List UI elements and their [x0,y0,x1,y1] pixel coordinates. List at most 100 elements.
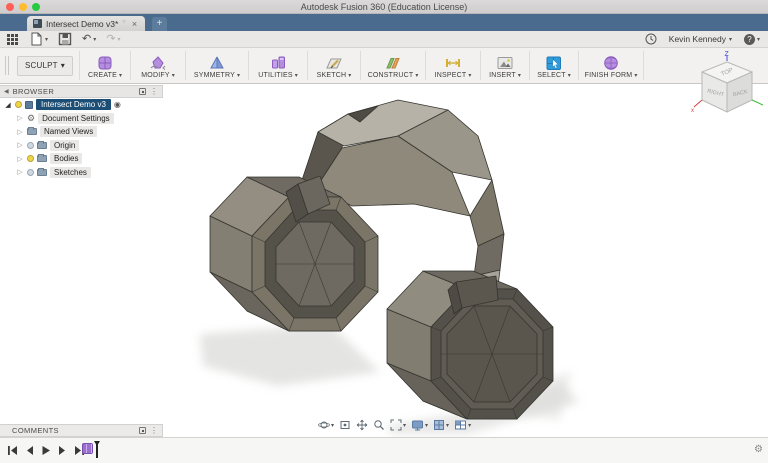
step-back-button[interactable] [25,445,34,456]
root-component-label[interactable]: Intersect Demo v3 [36,99,111,110]
expand-triangle-icon[interactable]: ◢ [4,101,12,109]
form-feature-icon[interactable] [82,443,93,454]
play-button[interactable] [41,445,51,456]
tree-item-sketches[interactable]: ▷ Sketches [0,166,163,180]
caret-down-icon: ▾ [348,72,351,79]
caret-down-icon: ▾ [757,36,760,43]
caret-down-icon: ▾ [119,72,122,79]
select-menu-button[interactable]: SELECT▾ [530,48,578,83]
caret-down-icon: ▾ [568,72,571,79]
symmetry-menu-button[interactable]: SYMMETRY▾ [186,48,248,83]
data-panel-grid-icon[interactable] [6,33,19,46]
user-menu[interactable]: Kevin Kennedy ▾ [669,34,732,44]
tree-item-label: Origin [50,140,79,151]
help-icon: ? [744,34,755,45]
inspect-menu-button[interactable]: INSPECT▾ [426,48,480,83]
user-name: Kevin Kennedy [669,34,726,44]
window-title: Autodesk Fusion 360 (Education License) [0,2,768,12]
caret-down-icon: ▾ [446,422,449,429]
construct-planes-icon [384,55,402,71]
create-menu-button[interactable]: CREATE▾ [80,48,130,83]
utilities-label: UTILITIES [258,72,292,79]
modify-menu-button[interactable]: MODIFY▾ [131,48,185,83]
close-tab-icon[interactable]: × [132,19,137,29]
help-menu[interactable]: ? ▾ [744,34,760,45]
look-at-button[interactable] [339,419,351,431]
toolbar-drag-handle[interactable] [5,56,9,75]
collapsed-triangle-icon[interactable]: ▷ [16,114,24,122]
timeline-settings-gear-icon[interactable]: ⚙ [754,444,763,455]
panel-display-icon[interactable] [139,88,146,95]
display-settings-button[interactable]: ▾ [411,419,428,431]
symmetry-cone-icon [208,55,226,71]
tree-item-document-settings[interactable]: ▷ ⚙ Document Settings [0,112,163,126]
collapsed-triangle-icon[interactable]: ▷ [16,168,24,176]
timeline-bar: ⚙ [0,437,768,463]
timeline-form-feature[interactable] [82,443,93,454]
finish-form-button[interactable]: FINISH FORM▾ [579,48,643,83]
document-icon [25,101,33,109]
caret-down-icon: ▾ [425,422,428,429]
ground-icon[interactable]: ◉ [114,100,121,109]
redo-button[interactable]: ↷ ▾ [106,34,120,45]
sketch-pencil-icon [325,55,343,71]
visibility-bulb-icon[interactable] [27,155,34,162]
tree-item-label: Document Settings [38,113,114,124]
browser-title: BROWSER [13,87,135,96]
collapsed-triangle-icon[interactable]: ▷ [16,141,24,149]
viewports-button[interactable]: ▾ [454,419,471,431]
panel-menu-icon[interactable]: ⋮ [150,88,158,96]
new-document-tab-button[interactable]: + [152,17,167,31]
tree-item-named-views[interactable]: ▷ Named Views [0,125,163,139]
caret-down-icon: ▾ [237,72,240,79]
workspace-selector[interactable]: SCULPT ▾ [17,56,73,76]
toolbar-separator [643,51,644,80]
tree-item-origin[interactable]: ▷ Origin [0,139,163,153]
collapse-panel-icon[interactable]: ◀ [4,88,9,95]
panel-menu-icon[interactable]: ⋮ [150,427,158,435]
grid-layout-button[interactable]: ▾ [433,419,449,431]
notifications-clock-icon[interactable] [645,33,657,45]
caret-down-icon: ▾ [61,61,65,70]
finish-form-label: FINISH FORM [585,72,633,79]
construct-menu-button[interactable]: CONSTRUCT▾ [361,48,425,83]
comments-panel-header[interactable]: COMMENTS ⋮ [0,424,163,437]
folder-icon [27,128,37,135]
collapsed-triangle-icon[interactable]: ▷ [16,128,24,136]
insert-menu-button[interactable]: INSERT▾ [481,48,529,83]
modify-label: MODIFY [141,72,169,79]
viewcube[interactable]: Z TOP RIGHT BACK x [690,50,766,120]
caret-down-icon: ▾ [468,72,471,79]
visibility-bulb-icon[interactable] [15,101,22,108]
orbit-button[interactable]: ▾ [318,419,334,431]
folder-icon [37,169,47,176]
select-cursor-icon [545,55,563,71]
step-forward-button[interactable] [58,445,67,456]
zoom-button[interactable] [373,419,385,431]
collapsed-triangle-icon[interactable]: ▷ [16,155,24,163]
pan-button[interactable] [356,419,368,431]
visibility-bulb-icon[interactable] [27,169,34,176]
tree-item-bodies[interactable]: ▷ Bodies [0,152,163,166]
visibility-bulb-icon[interactable] [27,142,34,149]
viewcube-z-axis-label: Z [725,51,730,58]
sketch-label: SKETCH [317,72,347,79]
fit-button[interactable]: ▾ [390,419,406,431]
utilities-menu-button[interactable]: UTILITIES▾ [249,48,307,83]
go-to-start-button[interactable] [7,445,18,456]
document-tab[interactable]: Intersect Demo v3* ○ × [27,16,145,31]
file-icon [29,32,43,46]
save-button[interactable] [58,32,72,46]
browser-root-row[interactable]: ◢ Intersect Demo v3 ◉ [0,98,163,112]
grid-icon [433,419,445,431]
create-box-icon [96,55,114,71]
sketch-menu-button[interactable]: SKETCH▾ [308,48,360,83]
redo-icon: ↷ [106,34,115,45]
file-menu-button[interactable]: ▾ [29,32,48,46]
symmetry-label: SYMMETRY [194,72,235,79]
panel-display-icon[interactable] [139,427,146,434]
caret-down-icon: ▾ [403,422,406,429]
insert-image-icon [496,55,514,71]
undo-button[interactable]: ↶ ▾ [82,34,96,45]
browser-header[interactable]: ◀ BROWSER ⋮ [0,85,163,98]
